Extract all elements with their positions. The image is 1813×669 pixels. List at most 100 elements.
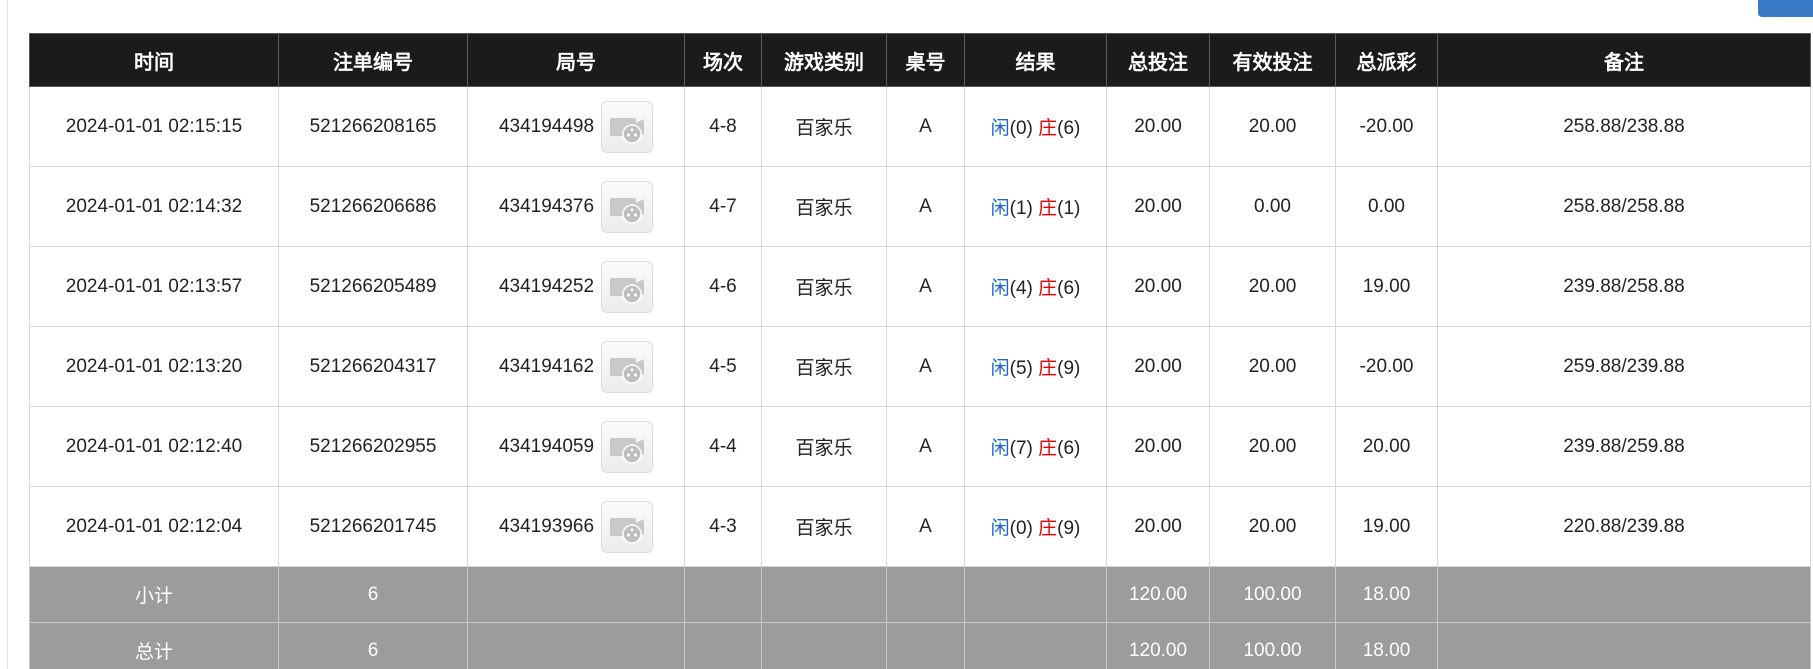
cell-payout: -20.00	[1335, 326, 1438, 407]
result-player-label: 闲	[990, 118, 1010, 139]
video-replay-icon[interactable]	[601, 500, 654, 553]
cell-payout: 19.00	[1335, 486, 1438, 567]
top-right-action-button[interactable]	[1758, 0, 1813, 17]
left-border-line	[7, 0, 8, 669]
grand-total-count: 6	[278, 622, 468, 669]
table-row: 2024-01-01 02:13:57 521266205489 4341942…	[29, 246, 1811, 327]
round-cell-content: 434194498	[498, 100, 654, 153]
grand-total-row: 总计 6 120.00 100.00 18.00	[29, 622, 1811, 669]
video-replay-icon[interactable]	[601, 260, 654, 313]
cell-game: 百家乐	[761, 406, 887, 487]
subtotal-label: 小计	[29, 566, 279, 623]
cell-round-no: 434194059	[498, 435, 595, 457]
cell-table-no: A	[886, 246, 965, 327]
cell-valid-bet: 20.00	[1209, 86, 1336, 167]
cell-note: 258.88/238.88	[1437, 86, 1811, 167]
result-player-label: 闲	[990, 198, 1010, 219]
cell-bet-no: 521266201745	[278, 486, 468, 567]
cell-game: 百家乐	[761, 246, 887, 327]
cell-round-no: 434194498	[498, 115, 595, 137]
table-row: 2024-01-01 02:14:32 521266206686 4341943…	[29, 166, 1811, 247]
cell-session: 4-3	[684, 486, 762, 567]
cell-round: 434194376	[467, 166, 685, 247]
subtotal-total-bet: 120.00	[1106, 566, 1210, 623]
header-session: 场次	[684, 33, 762, 87]
cell-bet-no: 521266208165	[278, 86, 468, 167]
cell-payout: 20.00	[1335, 406, 1438, 487]
round-cell-content: 434194252	[499, 260, 654, 313]
cell-round: 434194498	[467, 86, 685, 167]
subtotal-row: 小计 6 120.00 100.00 18.00	[29, 566, 1811, 623]
result-banker-score: (9)	[1057, 518, 1081, 539]
header-note: 备注	[1437, 33, 1811, 87]
cell-result: 闲(1) 庄(1)	[964, 166, 1107, 247]
video-replay-icon[interactable]	[601, 420, 654, 473]
cell-valid-bet: 20.00	[1209, 486, 1336, 567]
result-banker-score: (6)	[1057, 278, 1081, 299]
cell-result: 闲(5) 庄(9)	[964, 326, 1107, 407]
result-banker-label: 庄	[1038, 438, 1058, 459]
cell-result: 闲(7) 庄(6)	[964, 406, 1107, 487]
video-replay-icon[interactable]	[601, 180, 654, 233]
cell-total-bet: 20.00	[1106, 246, 1210, 327]
result-player-score: (0)	[1009, 118, 1033, 139]
grand-total-empty	[1437, 622, 1811, 669]
cell-table-no: A	[886, 326, 965, 407]
cell-round: 434193966	[467, 486, 685, 567]
result-player-score: (7)	[1009, 438, 1033, 459]
cell-time: 2024-01-01 02:15:15	[29, 86, 279, 167]
cell-total-bet: 20.00	[1106, 166, 1210, 247]
cell-result: 闲(0) 庄(9)	[964, 486, 1107, 567]
cell-time: 2024-01-01 02:14:32	[29, 166, 279, 247]
cell-game: 百家乐	[761, 326, 887, 407]
result-player-label: 闲	[990, 438, 1010, 459]
result-player-label: 闲	[990, 358, 1010, 379]
cell-round-no: 434194162	[498, 355, 595, 377]
cell-session: 4-5	[684, 326, 762, 407]
cell-session: 4-6	[684, 246, 762, 327]
cell-payout: -20.00	[1335, 86, 1438, 167]
header-result: 结果	[964, 33, 1107, 87]
cell-session: 4-4	[684, 406, 762, 487]
cell-table-no: A	[886, 86, 965, 167]
cell-round: 434194059	[467, 406, 685, 487]
cell-bet-no: 521266206686	[278, 166, 468, 247]
table-header-row: 时间 注单编号 局号 场次 游戏类别 桌号 结果 总投注 有效投注 总派彩 备注	[29, 33, 1811, 87]
result-player-score: (5)	[1009, 358, 1033, 379]
bet-records-page: 时间 注单编号 局号 场次 游戏类别 桌号 结果 总投注 有效投注 总派彩 备注…	[0, 0, 1813, 669]
header-table-no: 桌号	[886, 33, 965, 87]
subtotal-empty	[467, 566, 685, 623]
cell-bet-no: 521266205489	[278, 246, 468, 327]
cell-game: 百家乐	[761, 166, 887, 247]
bet-records-table: 时间 注单编号 局号 场次 游戏类别 桌号 结果 总投注 有效投注 总派彩 备注…	[29, 33, 1811, 669]
header-total-bet: 总投注	[1106, 33, 1210, 87]
result-banker-label: 庄	[1038, 198, 1058, 219]
cell-time: 2024-01-01 02:13:20	[29, 326, 279, 407]
cell-total-bet: 20.00	[1106, 406, 1210, 487]
cell-note: 259.88/239.88	[1437, 326, 1811, 407]
video-replay-icon[interactable]	[601, 340, 654, 393]
cell-result: 闲(4) 庄(6)	[964, 246, 1107, 327]
cell-valid-bet: 20.00	[1209, 246, 1336, 327]
cell-session: 4-7	[684, 166, 762, 247]
grand-total-valid-bet: 100.00	[1209, 622, 1336, 669]
cell-game: 百家乐	[761, 86, 887, 167]
subtotal-count: 6	[278, 566, 468, 623]
grand-total-label: 总计	[29, 622, 279, 669]
subtotal-empty	[761, 566, 887, 623]
cell-total-bet: 20.00	[1106, 486, 1210, 567]
video-replay-icon[interactable]	[601, 100, 654, 153]
subtotal-empty	[886, 566, 965, 623]
result-banker-score: (1)	[1057, 198, 1081, 219]
round-cell-content: 434194162	[498, 340, 654, 393]
round-cell-content: 434193966	[499, 500, 654, 553]
header-time: 时间	[29, 33, 279, 87]
result-player-label: 闲	[990, 278, 1010, 299]
result-banker-score: (6)	[1057, 118, 1081, 139]
cell-result: 闲(0) 庄(6)	[964, 86, 1107, 167]
result-player-score: (4)	[1009, 278, 1033, 299]
cell-note: 220.88/239.88	[1437, 486, 1811, 567]
header-bet-no: 注单编号	[278, 33, 468, 87]
result-banker-label: 庄	[1038, 278, 1058, 299]
cell-note: 239.88/259.88	[1437, 406, 1811, 487]
